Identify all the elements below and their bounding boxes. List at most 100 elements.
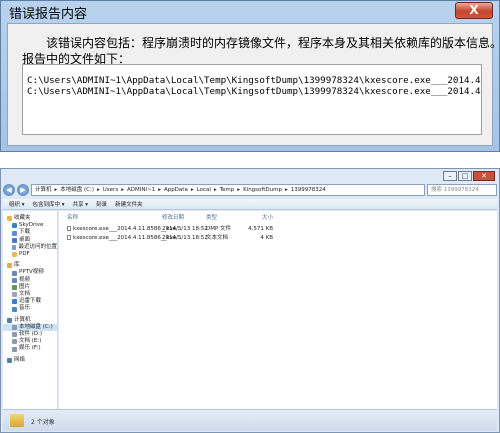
sidebar-item[interactable]: PDF [3,251,57,258]
network-icon [7,357,12,363]
address-bar[interactable]: 计算机 ▸ 本地磁盘 (C:) ▸ Users ▸ ADMINI~1 ▸ AppData ▸ Loc… [31,184,425,196]
column-size[interactable]: 大小 [241,213,273,221]
toolbar-button[interactable]: 组织 ▾ [9,200,25,208]
toolbar-button[interactable]: 共享 ▾ [73,200,89,208]
desktop-icon [12,237,17,243]
error-report-dialog: 错误报告内容 X 该错误内容包括：程序崩溃时的内存镜像文件，程序本身及其相关依赖… [0,0,500,152]
video-icon [12,277,17,283]
navigation-bar: ◀ ▶ 计算机 ▸ 本地磁盘 (C:) ▸ Users ▸ ADMINI~1 ▸ AppData… [3,183,497,197]
column-name[interactable]: 名称 [67,213,78,221]
file-path-line: C:\Users\ADMINI~1\AppData\Local\Temp\Kin… [27,86,482,97]
drive-icon [12,346,17,352]
sidebar-item[interactable]: 迅雷下载 [3,298,57,305]
sidebar-item[interactable]: 最近访问的位置 [3,244,57,251]
sidebar-item[interactable]: 计算机 [3,317,57,324]
sidebar-item[interactable]: 娱乐 (F:) [3,345,57,352]
breadcrumb-item[interactable]: 本地磁盘 (C:) [60,185,94,195]
sidebar-item-label: 下载 [19,229,31,236]
sidebar-item[interactable]: 下载 [3,229,57,236]
music-icon [12,306,17,312]
breadcrumb-separator-icon[interactable]: ▸ [97,185,100,195]
sidebar-item[interactable]: 音乐 [3,305,57,312]
toolbar-button[interactable]: 新建文件夹 [115,200,143,208]
file-row[interactable]: kxescore.exe___2014.4.11.8586__kxe... 201… [59,225,497,233]
breadcrumb-item[interactable]: AppData [164,185,188,195]
file-row[interactable]: kxescore.exe___2014.4.11.8586__kxe... 201… [59,234,497,242]
breadcrumb-separator-icon[interactable]: ▸ [237,185,240,195]
dialog-body: 该错误内容包括：程序崩溃时的内存镜像文件，程序本身及其相关依赖库的版本信息。 报… [7,23,500,146]
sidebar-item-label: PDF [19,251,30,258]
breadcrumb-separator-icon[interactable]: ▸ [55,185,58,195]
drive-icon [12,324,17,330]
breadcrumb-item[interactable]: 计算机 [35,185,52,195]
breadcrumb-item[interactable]: 1399978324 [291,185,326,195]
drive-icon [12,339,17,345]
file-icon [67,235,71,240]
file-size: 4 KB [260,235,273,241]
file-icon [67,226,71,231]
folder-icon [10,414,24,427]
item-count: 2 个对象 [31,419,55,426]
sidebar-item-label: 计算机 [14,316,31,323]
breadcrumb-separator-icon[interactable]: ▸ [191,185,194,195]
toolbar-button[interactable]: 刻录 [96,200,107,208]
video-icon [12,270,17,276]
sidebar-item[interactable]: 图片 [3,284,57,291]
sidebar-item[interactable]: SkyDrive [3,222,57,229]
breadcrumb-separator-icon[interactable]: ▸ [121,185,124,195]
toolbar-button[interactable]: 包含到库中 ▾ [33,200,65,208]
file-type: 文本文档 [206,235,229,241]
sidebar-item-label: 图片 [19,283,31,290]
sidebar-item-label: 娱乐 (F:) [19,345,41,352]
cloud-icon [12,223,17,229]
file-list-box[interactable]: C:\Users\ADMINI~1\AppData\Local\Temp\Kin… [22,64,482,135]
breadcrumb-item[interactable]: KingsoftDump [243,185,282,195]
forward-arrow-icon[interactable]: ▶ [17,184,29,196]
download-icon [12,299,17,305]
maximize-icon[interactable]: □ [458,171,472,181]
navigation-pane: 收藏夹 SkyDrive 下载 桌面 最近访问的位置 PDF 库 PPTV视频 视频 图片 文档 迅雷… [3,211,58,409]
sidebar-item[interactable]: PPTV视频 [3,269,57,276]
breadcrumb-item[interactable]: Users [103,185,118,195]
search-input[interactable]: 搜索 1399978324 [427,184,497,196]
recent-icon [12,244,17,250]
status-bar: 2 个对象 [3,409,497,431]
sidebar-item-label: 网络 [14,356,26,363]
dialog-description: 该错误内容包括：程序崩溃时的内存镜像文件，程序本身及其相关依赖库的版本信息。 [46,36,500,50]
minimize-icon[interactable]: – [443,171,457,181]
library-icon [7,263,12,269]
document-icon [12,292,17,298]
drive-icon [12,332,17,338]
download-icon [12,230,17,236]
command-toolbar: 组织 ▾ 包含到库中 ▾ 共享 ▾ 刻录 新建文件夹 [3,199,497,210]
file-type: DMP 文件 [206,226,232,232]
breadcrumb-separator-icon[interactable]: ▸ [285,185,288,195]
breadcrumb-item[interactable]: Temp [220,185,235,195]
column-header-row: 名称 修改日期 类型 大小 [59,213,497,222]
file-list-pane: 名称 修改日期 类型 大小 kxescore.exe___2014.4.11.8… [59,211,497,409]
file-date: 2014/5/13 18:52 [162,235,208,241]
column-type[interactable]: 类型 [206,213,217,221]
sidebar-item-label: 音乐 [19,305,31,312]
column-date[interactable]: 修改日期 [162,213,184,221]
sidebar-item-label: 最近访问的位置 [18,243,57,250]
breadcrumb-item[interactable]: ADMINI~1 [127,185,155,195]
sidebar-item[interactable]: 本地磁盘 (C:) [3,323,57,332]
close-button[interactable]: X [455,2,493,19]
sidebar-item[interactable]: 桌面 [3,237,57,244]
back-arrow-icon[interactable]: ◀ [3,184,15,196]
breadcrumb-separator-icon[interactable]: ▸ [158,185,161,195]
breadcrumb-separator-icon[interactable]: ▸ [214,185,217,195]
sidebar-item[interactable]: 网络 [3,357,57,364]
breadcrumb-item[interactable]: Local [197,185,211,195]
sidebar-item-label: 本地磁盘 (C:) [19,323,53,330]
picture-icon [12,284,17,290]
sidebar-item[interactable]: 视频 [3,277,57,284]
sidebar-item-label: 视频 [19,276,31,283]
explorer-window: – □ ✕ ◀ ▶ 计算机 ▸ 本地磁盘 (C:) ▸ Users ▸ ADMINI~1 ▸ A… [0,168,500,433]
sidebar-item[interactable]: 收藏夹 [3,215,57,222]
window-controls: – □ ✕ [443,171,495,181]
sidebar-item-label: 收藏夹 [14,215,31,221]
sidebar-item-label: PPTV视频 [19,269,44,276]
close-icon[interactable]: ✕ [473,171,495,181]
